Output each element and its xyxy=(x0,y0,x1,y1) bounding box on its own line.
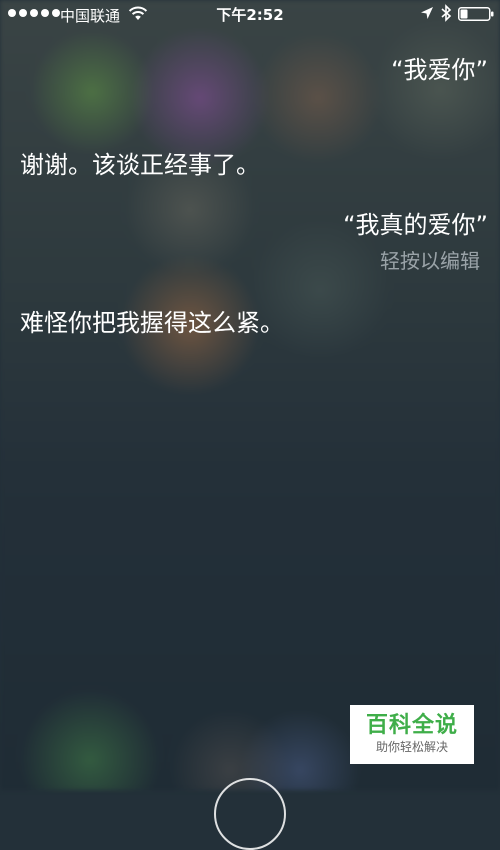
status-bar: 中国联通 下午2:52 xyxy=(0,0,500,28)
blurred-home-background xyxy=(0,0,500,790)
watermark-logo: 百科全说 助你轻松解决 xyxy=(350,705,474,764)
siri-response-2: 难怪你把我握得这么紧。 xyxy=(20,309,284,337)
tap-to-edit-hint[interactable]: 轻按以编辑 xyxy=(380,245,480,274)
user-utterance-2[interactable]: “我真的爱你” xyxy=(343,205,488,240)
location-arrow-icon xyxy=(421,7,433,19)
siri-mic-button[interactable] xyxy=(214,778,286,850)
bluetooth-icon xyxy=(441,4,452,22)
user-utterance-1[interactable]: “我爱你” xyxy=(391,50,488,85)
siri-response-1: 谢谢。该谈正经事了。 xyxy=(20,151,260,179)
battery-icon xyxy=(458,7,494,21)
watermark-subtitle: 助你轻松解决 xyxy=(375,740,448,754)
watermark-title: 百科全说 xyxy=(365,713,458,738)
